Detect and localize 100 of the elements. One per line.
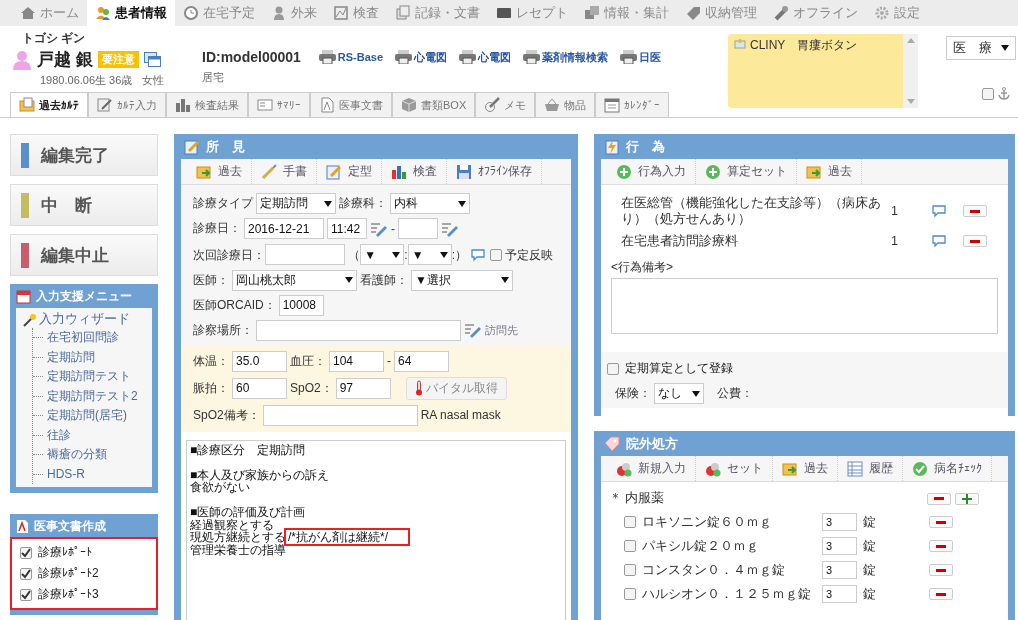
input-field[interactable]	[265, 244, 345, 266]
input-field[interactable]: 60	[232, 377, 287, 399]
toolbar-button[interactable]: 行為入力	[607, 159, 696, 184]
quantity-field[interactable]: 3	[822, 537, 857, 555]
checkbox[interactable]	[982, 87, 994, 100]
field-label: 公費：	[717, 385, 753, 402]
quantity-field[interactable]: 3	[822, 513, 857, 531]
link[interactable]: 日医	[620, 49, 662, 65]
tab[interactable]: メモ	[475, 92, 536, 117]
tab[interactable]: 過去ｶﾙﾃ	[10, 92, 88, 117]
select-field[interactable]: なし	[654, 383, 704, 404]
field-label: 診察場所：	[193, 321, 253, 339]
remove-button[interactable]	[929, 516, 953, 528]
action-button[interactable]: 中 断	[10, 184, 158, 226]
remove-button[interactable]	[929, 564, 953, 576]
field-label: SpO2備考：	[193, 406, 260, 424]
input-field[interactable]	[398, 218, 438, 239]
toolbar-button[interactable]: 検査	[382, 159, 447, 184]
box-icon	[401, 97, 417, 114]
action-button[interactable]: 編集完了	[10, 134, 158, 176]
select-field[interactable]: ▼選択	[411, 269, 513, 291]
toolbar-button[interactable]: 過去	[773, 456, 838, 481]
link[interactable]: 薬剤情報検索	[523, 49, 609, 65]
field-label: 次回診療日：	[193, 247, 265, 262]
remarks-field[interactable]	[611, 278, 998, 334]
link[interactable]: 訪問先	[485, 322, 518, 338]
tree-item[interactable]: 定期訪問テスト2	[33, 386, 146, 406]
toolbar-button[interactable]: 新規入力	[607, 456, 696, 481]
tree-item[interactable]: 入力ウィザード	[22, 311, 146, 328]
quantity-field[interactable]: 3	[822, 585, 857, 603]
tab[interactable]: ｻﾏﾘｰ	[248, 92, 310, 117]
input-field[interactable]: 35.0	[232, 350, 287, 372]
category-select[interactable]: 医 療	[946, 36, 1016, 60]
select-field[interactable]: ▼	[360, 244, 405, 266]
add-button[interactable]	[955, 492, 979, 505]
toolbar-button[interactable]: 過去	[797, 159, 862, 184]
link[interactable]: 心電図	[395, 49, 448, 65]
tree-item[interactable]: 定期訪問(居宅)	[33, 406, 146, 426]
procedure-name: 在宅患者訪問診療料	[621, 233, 739, 249]
input-field[interactable]: 2016-12-21	[244, 218, 324, 239]
toolbar-button[interactable]: 履歴	[838, 456, 903, 481]
note-area[interactable]: ■診療区分 定期訪問 ■本人及び家族からの訴え 食欲がない ■医師の評価及び計画 経過観察とする 現処方継続とする /*抗がん剤は継続*/ 管理栄養士の指導	[186, 439, 566, 620]
checkbox[interactable]	[624, 540, 636, 552]
remove-button[interactable]	[963, 205, 987, 217]
tab[interactable]: 物品	[535, 92, 596, 117]
toolbar-button[interactable]: 定型	[317, 159, 382, 184]
checkbox[interactable]	[489, 248, 502, 261]
plus-icon	[962, 493, 972, 504]
tree-item[interactable]: HDS-R	[33, 464, 146, 484]
input-field[interactable]: 104	[329, 350, 384, 372]
tree-item[interactable]: 褥瘡の分類	[33, 445, 146, 465]
toolbar-button[interactable]: 手書	[252, 159, 317, 184]
checkbox[interactable]	[20, 588, 32, 601]
tab[interactable]: ｶﾚﾝﾀﾞｰ	[595, 92, 670, 117]
tab[interactable]: 検査結果	[166, 92, 248, 117]
link[interactable]: 心電図	[459, 49, 512, 65]
scroll-up-icon	[906, 38, 915, 43]
toolbar-button[interactable]: 過去	[187, 159, 252, 184]
input-field[interactable]: 10008	[278, 294, 324, 316]
remove-button[interactable]	[963, 235, 987, 247]
select-field[interactable]: ▼	[407, 244, 452, 266]
quantity-field[interactable]: 3	[822, 561, 857, 579]
remove-button[interactable]	[929, 540, 953, 552]
tab[interactable]: 医事文書	[310, 92, 392, 117]
checkbox[interactable]	[20, 546, 32, 559]
tab[interactable]: ｶﾙﾃ入力	[88, 92, 166, 117]
bracket: :）	[451, 247, 468, 262]
checkbox[interactable]	[624, 588, 636, 600]
patient-id: ID:model00001	[202, 49, 301, 65]
checkbox[interactable]	[624, 564, 636, 576]
toolbar-button[interactable]: 算定セット	[696, 159, 797, 184]
toolbar-button[interactable]: セット	[696, 456, 773, 481]
remove-button[interactable]	[927, 492, 951, 505]
select-field[interactable]: 定期訪問	[256, 193, 336, 214]
checkbox[interactable]	[20, 567, 32, 580]
input-field[interactable]	[262, 404, 418, 426]
group-label: ＊ 内服薬	[609, 490, 666, 507]
checkbox[interactable]	[624, 516, 636, 528]
toolbar-button[interactable]: 病名ﾁｪｯｸ	[903, 456, 992, 481]
drug-name: ロキソニン錠６０ｍｇ	[642, 513, 773, 531]
select-field[interactable]: 岡山桃太郎	[232, 269, 357, 291]
tree-item[interactable]: 往診	[33, 425, 146, 445]
input-field[interactable]: 11:42	[327, 218, 367, 239]
action-button[interactable]: 編集中止	[10, 234, 158, 276]
remove-button[interactable]	[929, 588, 953, 600]
memo-text: CLINY 胃瘻ボタン	[750, 37, 858, 54]
link[interactable]: RS-Base	[318, 50, 384, 64]
field-label: 血圧：	[290, 352, 326, 370]
input-field[interactable]: 97	[335, 377, 391, 399]
pills-icon	[705, 460, 721, 477]
tree-item[interactable]: 定期訪問テスト	[33, 367, 146, 387]
toolbar-button[interactable]: ｵﾌﾗｲﾝ保存	[447, 159, 542, 184]
input-field[interactable]: 64	[394, 350, 449, 372]
checkbox[interactable]	[607, 362, 619, 375]
select-field[interactable]: 内科	[390, 193, 470, 214]
input-field[interactable]	[256, 319, 461, 341]
tree-item[interactable]: 在宅初回問診	[33, 328, 146, 348]
tree-item[interactable]: 定期訪問	[33, 347, 146, 367]
tab[interactable]: 書類BOX	[392, 92, 476, 117]
nav-tab[interactable]: 患者情報	[87, 0, 175, 26]
